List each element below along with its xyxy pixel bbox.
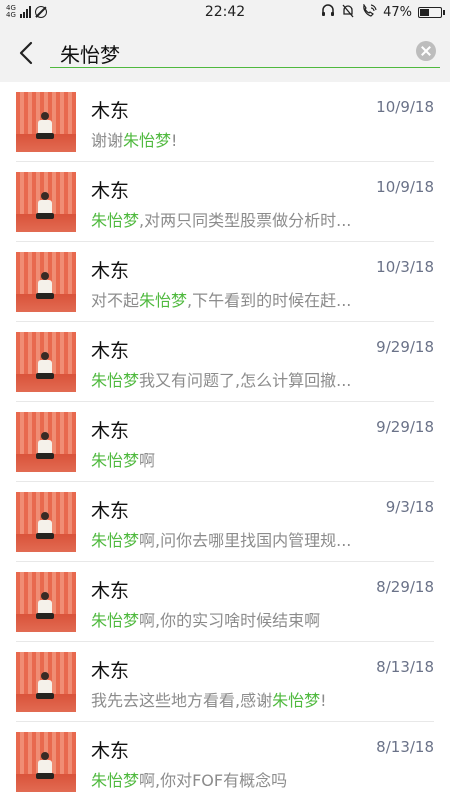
highlight-match: 朱怡梦 [272, 691, 321, 710]
contact-name: 木东 [91, 660, 130, 682]
preview-text: ,对两只同类型股票做分析时... [139, 211, 352, 230]
preview-text: 谢谢 [91, 131, 124, 150]
preview-text: 我又有问题了,怎么计算回撤... [139, 371, 352, 390]
message-date: 9/29/18 [376, 418, 434, 436]
avatar [16, 332, 76, 392]
highlight-match: 朱怡梦 [139, 291, 188, 310]
chat-result-row[interactable]: 木东 9/29/18 朱怡梦我又有问题了,怎么计算回撤... [0, 322, 450, 402]
message-date: 9/3/18 [385, 498, 434, 516]
chat-result-row[interactable]: 木东 8/13/18 朱怡梦啊,你对FOF有概念吗 [0, 722, 450, 800]
contact-name: 木东 [91, 180, 130, 202]
avatar [16, 92, 76, 152]
avatar [16, 412, 76, 472]
search-bar: 朱怡梦 [0, 24, 450, 82]
back-button[interactable] [12, 34, 40, 72]
status-right: 47% [321, 2, 445, 21]
avatar [16, 172, 76, 232]
message-preview: 朱怡梦啊,问你去哪里找国内管理规... [91, 527, 391, 551]
preview-text: ! [171, 131, 178, 150]
battery-icon [418, 6, 445, 18]
chat-result-row[interactable]: 木东 10/9/18 谢谢朱怡梦! [0, 82, 450, 162]
avatar [16, 732, 76, 792]
headset-icon [321, 4, 335, 20]
preview-text: 啊,你对FOF有概念吗 [139, 771, 288, 790]
preview-text: 我先去这些地方看看,感谢 [91, 691, 273, 710]
avatar [16, 492, 76, 552]
highlight-match: 朱怡梦 [91, 451, 140, 470]
clear-icon[interactable] [416, 41, 436, 61]
chat-result-row[interactable]: 木东 8/29/18 朱怡梦啊,你的实习啥时候结束啊 [0, 562, 450, 642]
message-date: 8/13/18 [376, 658, 434, 676]
message-date: 9/29/18 [376, 338, 434, 356]
contact-name: 木东 [91, 500, 130, 522]
avatar [16, 252, 76, 312]
highlight-match: 朱怡梦 [91, 531, 140, 550]
message-date: 10/9/18 [376, 178, 434, 196]
status-bar: 4G 4G 22:42 47% [0, 0, 450, 24]
chat-result-row[interactable]: 木东 9/29/18 朱怡梦啊 [0, 402, 450, 482]
message-date: 10/3/18 [376, 258, 434, 276]
back-arrow-icon [19, 41, 33, 65]
battery-percent: 47% [383, 4, 412, 20]
message-preview: 对不起朱怡梦,下午看到的时候在赶... [91, 287, 391, 311]
chat-result-row[interactable]: 木东 10/9/18 朱怡梦,对两只同类型股票做分析时... [0, 162, 450, 242]
highlight-match: 朱怡梦 [91, 611, 140, 630]
preview-text: ! [320, 691, 327, 710]
contact-name: 木东 [91, 740, 130, 762]
battery-fill [420, 8, 430, 16]
search-query: 朱怡梦 [60, 43, 120, 67]
highlight-match: 朱怡梦 [123, 131, 172, 150]
preview-text: 啊,你的实习啥时候结束啊 [139, 611, 321, 630]
highlight-match: 朱怡梦 [91, 211, 140, 230]
message-date: 8/29/18 [376, 578, 434, 596]
contact-name: 木东 [91, 580, 130, 602]
message-preview: 朱怡梦啊 [91, 447, 391, 471]
avatar [16, 652, 76, 712]
message-preview: 朱怡梦我又有问题了,怎么计算回撤... [91, 367, 391, 391]
message-preview: 朱怡梦啊,你的实习啥时候结束啊 [91, 607, 391, 631]
message-preview: 朱怡梦,对两只同类型股票做分析时... [91, 207, 391, 231]
message-preview: 朱怡梦啊,你对FOF有概念吗 [91, 767, 391, 791]
chat-result-row[interactable]: 木东 10/3/18 对不起朱怡梦,下午看到的时候在赶... [0, 242, 450, 322]
highlight-match: 朱怡梦 [91, 371, 140, 390]
contact-name: 木东 [91, 420, 130, 442]
avatar [16, 572, 76, 632]
preview-text: 对不起 [91, 291, 140, 310]
mute-bell-icon [341, 4, 355, 21]
search-results-list: 木东 10/9/18 谢谢朱怡梦! 木东 10/9/18 朱怡梦,对两只同类型股票做分析时… [0, 82, 450, 800]
message-preview: 我先去这些地方看看,感谢朱怡梦! [91, 687, 391, 711]
contact-name: 木东 [91, 260, 130, 282]
preview-text: ,下午看到的时候在赶... [187, 291, 352, 310]
preview-text: 啊 [139, 451, 156, 470]
contact-name: 木东 [91, 100, 130, 122]
highlight-match: 朱怡梦 [91, 771, 140, 790]
contact-name: 木东 [91, 340, 130, 362]
message-date: 10/9/18 [376, 98, 434, 116]
message-date: 8/13/18 [376, 738, 434, 756]
message-preview: 谢谢朱怡梦! [91, 127, 391, 151]
preview-text: 啊,问你去哪里找国内管理规... [139, 531, 352, 550]
wifi-call-icon [361, 2, 377, 21]
search-input[interactable]: 朱怡梦 [50, 34, 440, 68]
chat-result-row[interactable]: 木东 8/13/18 我先去这些地方看看,感谢朱怡梦! [0, 642, 450, 722]
chat-result-row[interactable]: 木东 9/3/18 朱怡梦啊,问你去哪里找国内管理规... [0, 482, 450, 562]
